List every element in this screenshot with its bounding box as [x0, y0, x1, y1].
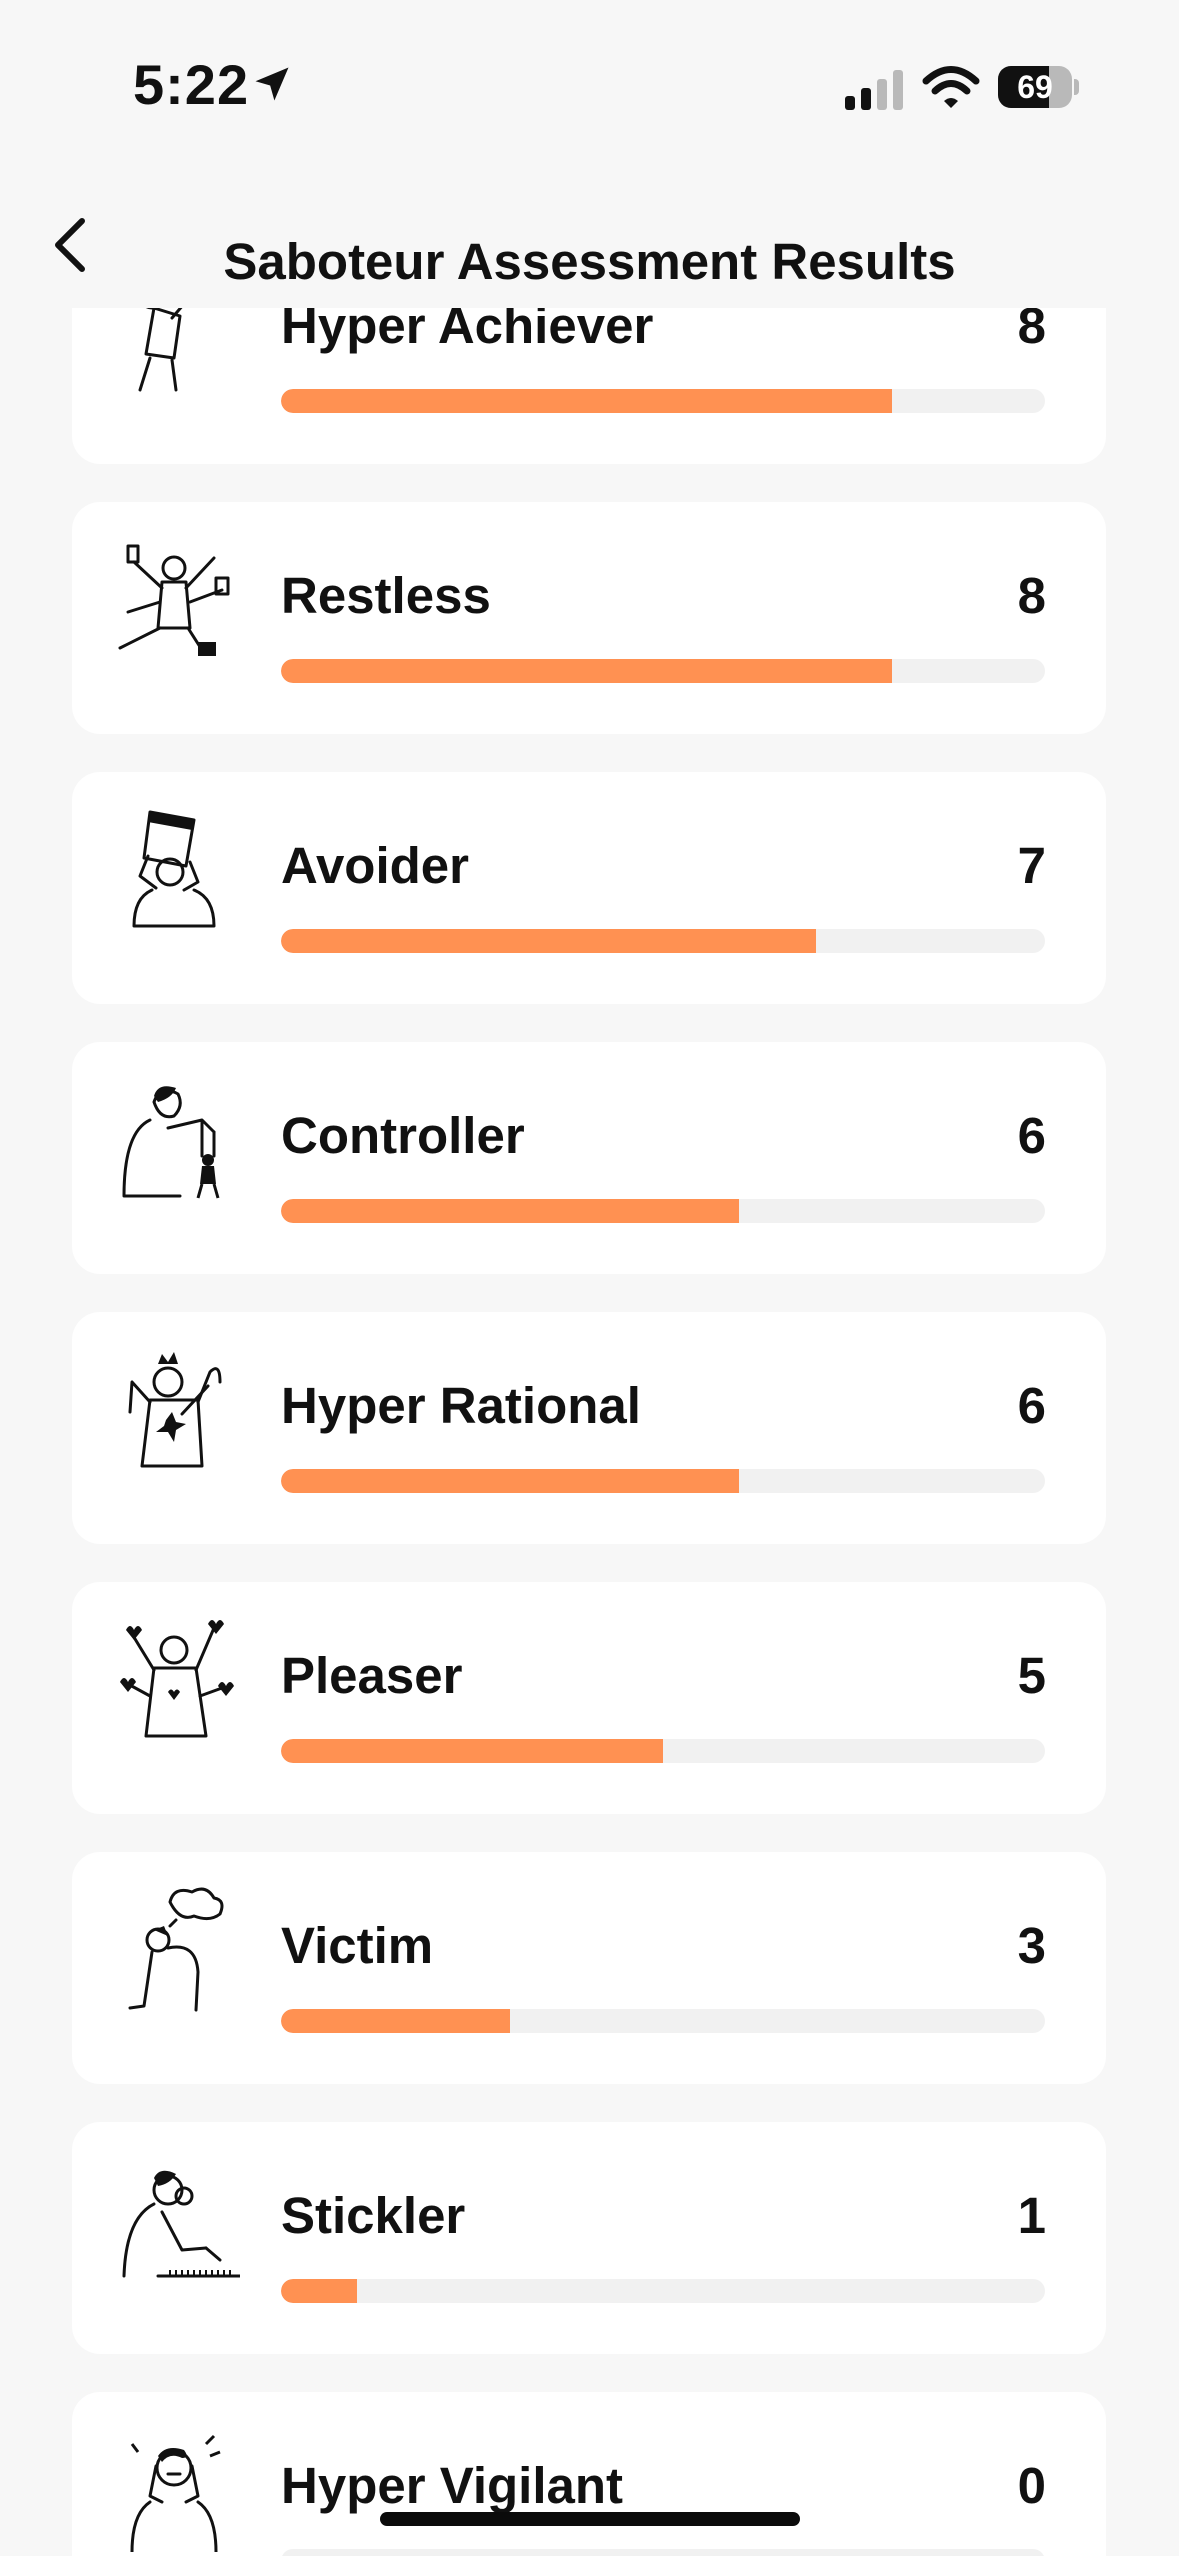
saboteur-name: Restless: [281, 567, 491, 624]
score-progress-track: [281, 389, 1045, 413]
score-progress-track: [281, 1469, 1045, 1493]
status-time: 5:22: [133, 53, 250, 116]
restless-illustration: [118, 544, 230, 656]
status-bar: 5:22 69: [0, 0, 1179, 170]
battery-indicator: 69: [998, 66, 1079, 108]
saboteur-score: 8: [1017, 567, 1046, 624]
stickler-illustration: [122, 2170, 240, 2278]
saboteur-score: 6: [1017, 1377, 1046, 1434]
wifi-icon: [922, 66, 980, 108]
score-progress-fill: [281, 1739, 663, 1763]
score-progress-track: [281, 1199, 1045, 1223]
location-arrow-icon: [255, 67, 289, 101]
hyper-achiever-illustration: [138, 308, 183, 392]
saboteur-score: 1: [1017, 2187, 1046, 2244]
saboteur-name: Hyper Vigilant: [281, 2457, 623, 2514]
saboteur-score: 7: [1017, 837, 1046, 894]
pleaser-illustration: [120, 1620, 234, 1738]
saboteur-results-list[interactable]: Hyper Achiever 8 Restless 8 Avoider 7 Co…: [0, 308, 1179, 2556]
hyper-vigilant-illustration: [130, 2434, 221, 2552]
saboteur-card-pleaser[interactable]: Pleaser 5: [72, 1582, 1106, 1814]
saboteur-name: Pleaser: [281, 1647, 463, 1704]
score-progress-fill: [281, 389, 893, 413]
home-indicator[interactable]: [380, 2512, 800, 2526]
battery-percentage: 69: [1017, 69, 1053, 105]
battery-tip: [1074, 79, 1079, 95]
saboteur-name: Avoider: [281, 837, 469, 894]
saboteur-card-victim[interactable]: Victim 3: [72, 1852, 1106, 2084]
hyper-rational-illustration: [128, 1352, 222, 1468]
saboteur-name: Stickler: [281, 2187, 466, 2244]
saboteur-card-restless[interactable]: Restless 8: [72, 502, 1106, 734]
score-progress-fill: [281, 2009, 511, 2033]
page-title: Saboteur Assessment Results: [223, 233, 956, 290]
saboteur-score: 3: [1017, 1917, 1046, 1974]
saboteur-card-hyper-achiever[interactable]: Hyper Achiever 8: [72, 308, 1106, 464]
saboteur-card-controller[interactable]: Controller 6: [72, 1042, 1106, 1274]
saboteur-score: 6: [1017, 1107, 1046, 1164]
battery-body: 69: [998, 66, 1072, 108]
saboteur-card-stickler[interactable]: Stickler 1: [72, 2122, 1106, 2354]
saboteur-card-avoider[interactable]: Avoider 7: [72, 772, 1106, 1004]
score-progress-track: [281, 2009, 1045, 2033]
victim-illustration: [128, 1887, 224, 2012]
saboteur-card-hyper-vigilant[interactable]: Hyper Vigilant 0: [72, 2392, 1106, 2556]
saboteur-score: 5: [1017, 1647, 1046, 1704]
saboteur-name: Controller: [281, 1107, 525, 1164]
saboteur-score: 0: [1017, 2457, 1046, 2514]
score-progress-fill: [281, 1199, 740, 1223]
score-progress-track: [281, 659, 1045, 683]
score-progress-track: [281, 2279, 1045, 2303]
cellular-signal-icon: [845, 70, 903, 110]
saboteur-name: Hyper Rational: [281, 1377, 641, 1434]
avoider-illustration: [132, 810, 216, 928]
score-progress-track: [281, 2549, 1045, 2556]
score-progress-track: [281, 1739, 1045, 1763]
saboteur-name: Hyper Achiever: [281, 308, 654, 354]
score-progress-track: [281, 929, 1045, 953]
score-progress-fill: [281, 929, 816, 953]
score-progress-fill: [281, 659, 893, 683]
saboteur-card-hyper-rational[interactable]: Hyper Rational 6: [72, 1312, 1106, 1544]
saboteur-name: Victim: [281, 1917, 434, 1974]
score-progress-fill: [281, 1469, 740, 1493]
saboteur-score: 8: [1017, 308, 1046, 354]
controller-illustration: [122, 1086, 220, 1199]
score-progress-fill: [281, 2279, 358, 2303]
